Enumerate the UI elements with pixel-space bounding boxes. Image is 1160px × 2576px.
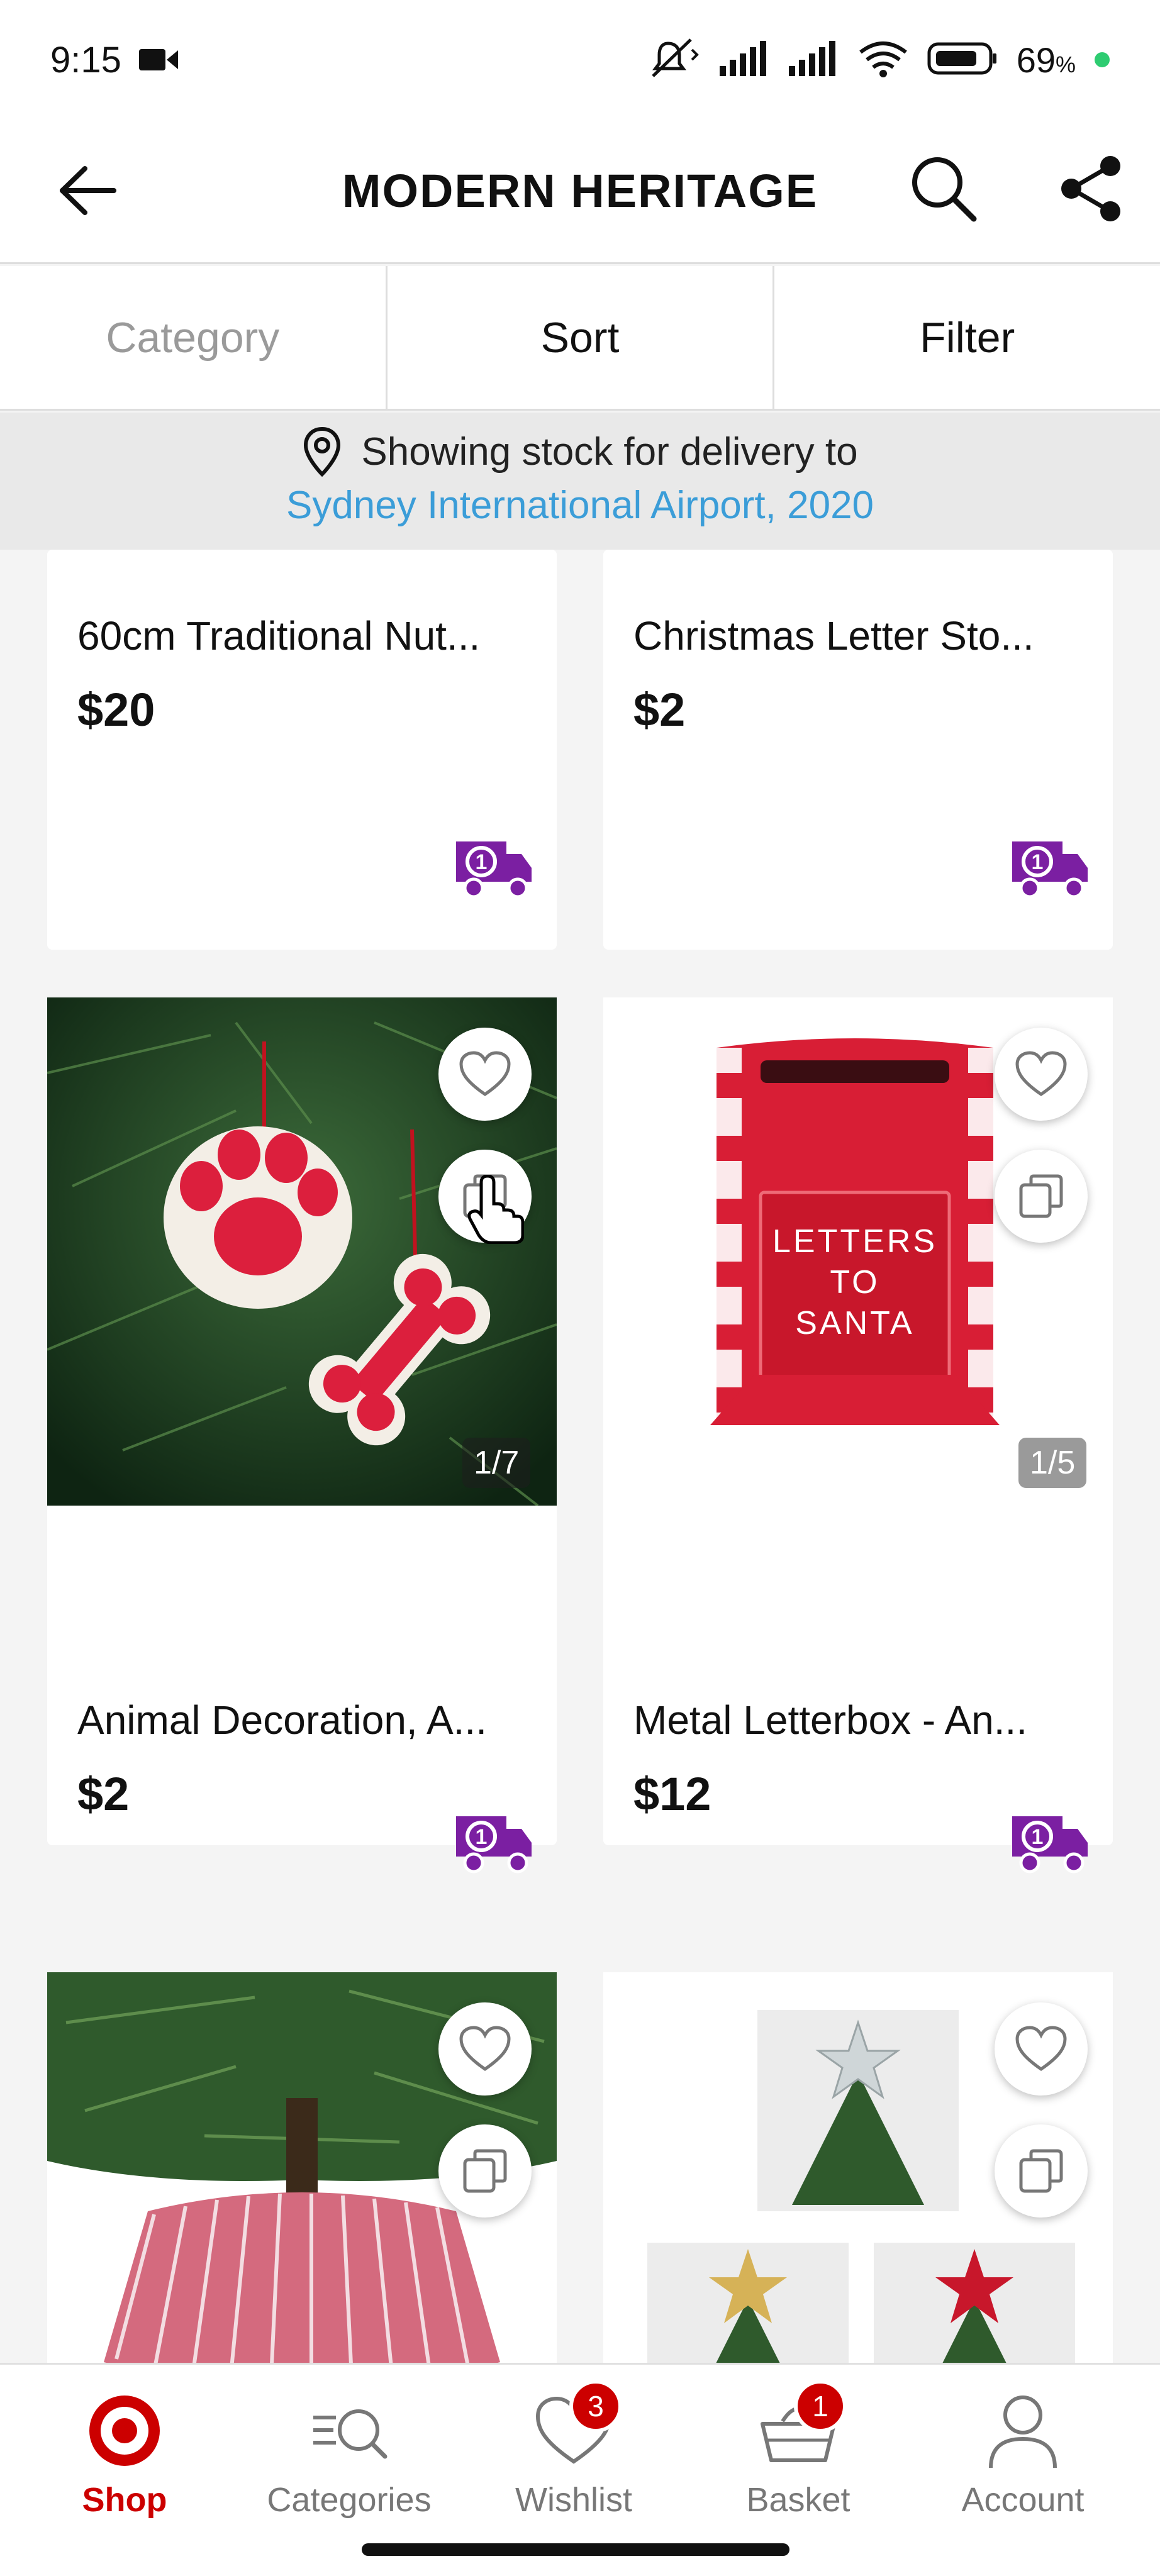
product-price: $20 [77, 684, 155, 736]
wishlist-button[interactable] [995, 2002, 1088, 2096]
filter-tab-bar: Category Sort Filter [0, 266, 1160, 411]
wifi-icon [858, 40, 908, 80]
status-icons: 69% [650, 38, 1110, 82]
search-button[interactable] [906, 151, 981, 226]
wishlist-button[interactable] [438, 2002, 532, 2096]
status-time: 9:15 [50, 39, 121, 80]
svg-text:1: 1 [1032, 850, 1044, 874]
signal-icon-1 [719, 40, 770, 79]
letterbox-text-line1: LETTERS [772, 1223, 937, 1260]
image-counter: 1/5 [1018, 1438, 1087, 1488]
product-grid: 60cm Traditional Nut... $20 1 Christmas … [0, 550, 1160, 2363]
express-delivery-icon: 1 [1012, 1814, 1090, 1877]
nav-account[interactable]: Account [929, 2390, 1117, 2519]
product-card[interactable]: 60cm Traditional Nut... $20 1 [47, 550, 557, 950]
nav-label: Shop [82, 2481, 167, 2519]
nav-label: Wishlist [515, 2481, 632, 2519]
arrow-left-icon [60, 166, 116, 215]
charging-dot [1095, 52, 1110, 67]
express-delivery-icon: 1 [456, 839, 534, 902]
hand-pointer-cursor-icon [467, 1175, 524, 1244]
home-indicator[interactable] [362, 2543, 789, 2556]
compare-button[interactable] [995, 1150, 1088, 1243]
back-button[interactable] [53, 156, 123, 225]
location-pin-icon [304, 426, 341, 477]
product-card[interactable]: Christmas Letter Sto... $2 1 [603, 550, 1113, 950]
signal-icon-2 [788, 40, 839, 79]
compare-icon [1019, 1174, 1063, 1218]
svg-text:1: 1 [1032, 1825, 1044, 1849]
person-icon [982, 2390, 1064, 2472]
heart-icon [1015, 1051, 1067, 1097]
wishlist-button[interactable] [438, 1028, 532, 1121]
nav-label: Basket [746, 2481, 850, 2519]
letterbox-text-line2: TO [830, 1264, 879, 1301]
nav-wishlist[interactable]: 3 Wishlist [479, 2380, 668, 2519]
status-bar: 9:15 69% [0, 0, 1160, 119]
svg-text:1: 1 [476, 850, 488, 874]
express-delivery-icon: 1 [456, 1814, 534, 1877]
express-delivery-icon: 1 [1012, 839, 1090, 902]
battery-percent: 69% [1016, 40, 1076, 80]
tab-category[interactable]: Category [0, 266, 388, 409]
letterbox-text-line3: SANTA [795, 1305, 915, 1341]
product-name[interactable]: Animal Decoration, A... [77, 1697, 487, 1743]
product-card[interactable] [47, 1972, 557, 2363]
nav-shop[interactable]: Shop [30, 2390, 219, 2519]
compare-icon [1019, 2149, 1063, 2193]
product-price: $12 [633, 1768, 711, 1820]
basket-count-badge: 1 [794, 2380, 847, 2433]
target-logo-icon [84, 2390, 165, 2472]
tab-sort[interactable]: Sort [388, 266, 775, 409]
delivery-location-link[interactable]: Sydney International Airport, 2020 [0, 483, 1160, 528]
share-icon [1061, 156, 1120, 221]
compare-button[interactable] [995, 2124, 1088, 2218]
basket-icon: 1 [757, 2380, 847, 2472]
svg-text:1: 1 [476, 1825, 488, 1849]
delivery-banner: Showing stock for delivery to Sydney Int… [0, 413, 1160, 550]
product-name[interactable]: Christmas Letter Sto... [633, 613, 1034, 659]
compare-button[interactable] [438, 2124, 532, 2218]
product-price: $2 [633, 684, 686, 736]
search-icon [912, 157, 977, 222]
product-name[interactable]: Metal Letterbox - An... [633, 1697, 1027, 1743]
page-title: MODERN HERITAGE [342, 165, 818, 217]
product-name[interactable]: 60cm Traditional Nut... [77, 613, 480, 659]
share-button[interactable] [1054, 151, 1129, 226]
tab-filter[interactable]: Filter [774, 266, 1160, 409]
battery-icon [927, 42, 998, 78]
wishlist-count-badge: 3 [569, 2380, 622, 2433]
categories-search-icon [308, 2390, 390, 2472]
delivery-prefix: Showing stock for delivery to [361, 430, 858, 474]
product-card[interactable]: LETTERS TO SANTA 1/5 Metal Letterbox - A… [603, 997, 1113, 1845]
product-card[interactable]: 1/7 Animal Decoration, A... $2 [47, 997, 557, 1845]
heart-icon [459, 1051, 511, 1097]
heart-icon [459, 2026, 511, 2072]
image-counter: 1/7 [462, 1438, 531, 1488]
mute-vibrate-icon [650, 38, 701, 82]
nav-basket[interactable]: 1 Basket [704, 2380, 893, 2519]
compare-icon [463, 2149, 507, 2193]
product-card[interactable] [603, 1972, 1113, 2363]
product-price: $2 [77, 1768, 130, 1820]
wishlist-button[interactable] [995, 1028, 1088, 1121]
nav-categories[interactable]: Categories [255, 2390, 443, 2519]
heart-icon [1015, 2026, 1067, 2072]
app-header: MODERN HERITAGE [0, 119, 1160, 264]
nav-label: Categories [267, 2481, 432, 2519]
heart-icon: 3 [533, 2380, 622, 2472]
video-recording-icon [138, 47, 178, 73]
nav-label: Account [961, 2481, 1085, 2519]
